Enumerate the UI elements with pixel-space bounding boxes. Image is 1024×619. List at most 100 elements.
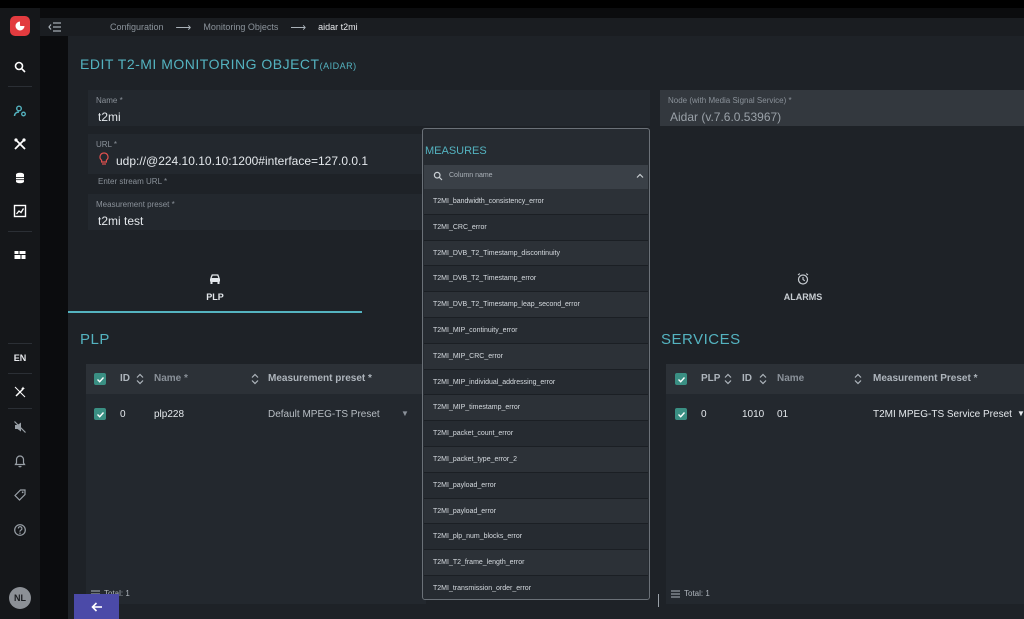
url-field-value: udp://@224.10.10.10:1200#interface=127.0… [116, 154, 369, 168]
alarm-clock-icon [797, 273, 809, 285]
breadcrumb-configuration[interactable]: Configuration [110, 22, 164, 32]
list-item[interactable]: T2MI_MIP_CRC_error [424, 343, 648, 370]
preset-field-label: Measurement preset * [96, 200, 175, 209]
sidebar-divider [8, 373, 32, 374]
tag-icon[interactable] [11, 486, 29, 504]
services-col-id[interactable]: ID [742, 373, 752, 384]
list-item[interactable]: T2MI_packet_type_error_2 [424, 446, 648, 473]
url-hint: Enter stream URL * [98, 177, 168, 186]
arrow-right-icon: ⟶ [290, 21, 307, 34]
services-col-preset[interactable]: Measurement Preset * [873, 373, 978, 384]
measures-list: T2MI_bandwidth_consistency_error T2MI_CRC… [424, 189, 648, 599]
list-item[interactable]: T2MI_payload_error [424, 472, 648, 499]
list-item[interactable]: T2MI_CRC_error [424, 214, 648, 241]
list-item[interactable]: T2MI_T2_frame_length_error [424, 550, 648, 576]
list-item[interactable]: T2MI_MIP_continuity_error [424, 317, 648, 344]
sort-icon[interactable] [724, 373, 732, 385]
dropdown-caret-icon[interactable]: ▼ [1017, 409, 1024, 418]
list-item[interactable]: T2MI_payload_error [424, 498, 648, 525]
list-item[interactable]: T2MI_DVB_T2_Timestamp_discontinuity [424, 240, 648, 267]
services-section-title: SERVICES [661, 331, 741, 348]
breadcrumb-monitoring-objects[interactable]: Monitoring Objects [203, 22, 278, 32]
back-button[interactable] [74, 594, 119, 619]
list-icon [671, 590, 680, 597]
arrow-right-icon: ⟶ [175, 21, 192, 34]
plp-table-header: ID Name * Measurement preset * [86, 364, 426, 394]
page-title-text: EDIT T2-MI MONITORING OBJECT [80, 56, 320, 72]
services-total: Total: 1 [671, 589, 710, 598]
node-field: Node (with Media Signal Service) * Aidar… [660, 90, 1024, 126]
language-switch[interactable]: EN [0, 353, 40, 363]
services-col-plp[interactable]: PLP [701, 373, 720, 384]
plp-col-name[interactable]: Name * [154, 373, 188, 384]
node-field-value: Aidar (v.7.6.0.53967) [670, 110, 782, 124]
measures-popup: MEASURES Column name T2MI_bandwidth_cons… [422, 128, 650, 600]
sort-icon[interactable] [854, 373, 862, 385]
chevron-up-icon[interactable] [636, 172, 644, 180]
services-table: PLP ID Name Measurement Preset * 0 1010 … [666, 364, 1024, 604]
arrow-left-icon [90, 601, 102, 612]
sound-off-icon[interactable] [11, 418, 29, 436]
list-item[interactable]: T2MI_MIP_individual_addressing_error [424, 369, 648, 396]
plp-col-preset[interactable]: Measurement preset * [268, 373, 372, 384]
search-icon[interactable] [11, 58, 29, 76]
measures-search-placeholder: Column name [449, 172, 493, 179]
services-row-preset[interactable]: T2MI MPEG-TS Service Preset [873, 409, 1012, 420]
dropdown-caret-icon[interactable]: ▼ [401, 409, 409, 418]
plp-row-id: 0 [120, 409, 126, 420]
row-checkbox[interactable] [94, 408, 106, 420]
search-icon [433, 171, 443, 181]
users-settings-icon[interactable] [11, 102, 29, 120]
tab-plp[interactable]: PLP [68, 261, 362, 313]
car-icon [210, 274, 220, 284]
menu-collapse-icon[interactable] [40, 21, 70, 33]
sort-icon[interactable] [136, 373, 144, 385]
list-item[interactable]: T2MI_plp_num_blocks_error [424, 524, 648, 551]
name-field[interactable]: Name * t2mi [88, 90, 650, 126]
services-row-name: 01 [777, 409, 789, 420]
help-icon[interactable] [11, 521, 29, 539]
url-field-label: URL * [96, 140, 118, 149]
tab-alarms[interactable]: ALARMS [658, 261, 948, 313]
row-checkbox[interactable] [675, 408, 687, 420]
text-cursor [658, 594, 659, 607]
lightbulb-icon [99, 152, 109, 165]
database-icon[interactable] [11, 169, 29, 187]
measures-popup-title: MEASURES [425, 145, 487, 157]
measures-search-input[interactable]: Column name [424, 165, 648, 189]
list-item[interactable]: T2MI_bandwidth_consistency_error [424, 189, 648, 215]
sort-icon[interactable] [251, 373, 259, 385]
list-item[interactable]: T2MI_DVB_T2_Timestamp_leap_second_error [424, 292, 648, 318]
list-item[interactable]: T2MI_transmission_order_error [424, 575, 648, 599]
services-row-id: 1010 [742, 409, 765, 420]
plp-row-preset[interactable]: Default MPEG-TS Preset [268, 409, 380, 420]
avatar[interactable]: NL [9, 587, 31, 609]
list-item[interactable]: T2MI_packet_count_error [424, 421, 648, 447]
select-all-checkbox[interactable] [94, 373, 106, 385]
app: EN NL Configuration ⟶ Monitoring Objects… [0, 0, 1024, 619]
page-title-suffix: (AIDAR) [319, 61, 357, 71]
active-tab-indicator [68, 311, 362, 313]
tools-icon[interactable] [11, 135, 29, 153]
sidebar: EN NL [0, 8, 40, 619]
sort-icon[interactable] [759, 373, 767, 385]
chart-icon[interactable] [11, 202, 29, 220]
sidebar-divider [8, 343, 32, 344]
preset-field-value: t2mi test [98, 214, 144, 228]
list-item[interactable]: T2MI_DVB_T2_Timestamp_error [424, 266, 648, 293]
magic-wand-icon[interactable] [11, 383, 29, 401]
sidebar-divider [8, 408, 32, 409]
tab-alarms-label: ALARMS [783, 292, 823, 302]
tab-plp-label: PLP [206, 292, 224, 302]
list-item[interactable]: T2MI_MIP_timestamp_error [424, 395, 648, 422]
bell-icon[interactable] [11, 452, 29, 470]
plp-col-id[interactable]: ID [120, 373, 130, 384]
services-row-plp: 0 [701, 409, 707, 420]
dashboard-icon[interactable] [11, 246, 29, 264]
app-logo[interactable] [10, 16, 30, 36]
services-table-header: PLP ID Name Measurement Preset * [666, 364, 1024, 394]
plp-section-title: PLP [80, 331, 110, 348]
services-col-name[interactable]: Name [777, 373, 804, 384]
breadcrumb: Configuration ⟶ Monitoring Objects ⟶ aid… [40, 18, 1024, 36]
select-all-checkbox[interactable] [675, 373, 687, 385]
